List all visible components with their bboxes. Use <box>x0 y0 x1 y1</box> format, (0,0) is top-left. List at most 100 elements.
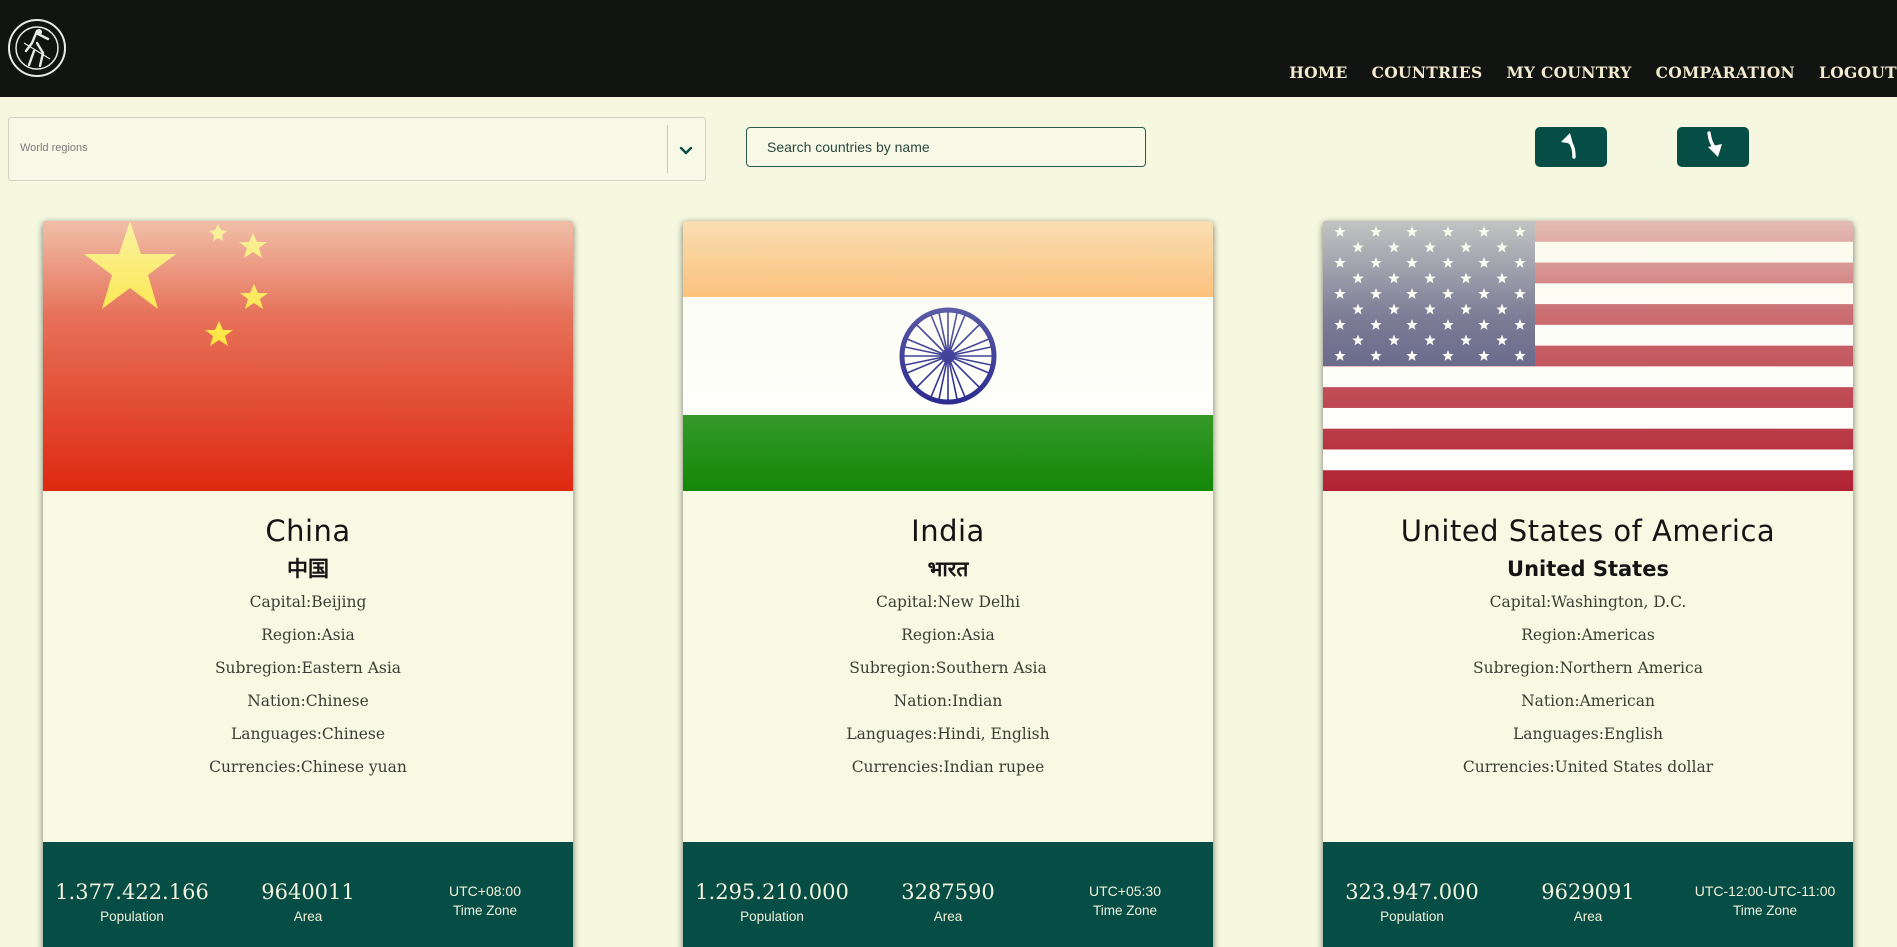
timezone-value: UTC-12:00-UTC-11:00 <box>1694 883 1836 899</box>
population-label: Population <box>100 909 164 924</box>
sort-descending-button[interactable] <box>1677 127 1749 167</box>
currencies-value: United States dollar <box>1554 758 1714 776</box>
card-stats-footer: 323.947.000 Population 9629091 Area UTC-… <box>1323 842 1853 947</box>
region-value: Asia <box>961 626 995 644</box>
region-value: Asia <box>321 626 355 644</box>
card-body: China 中国 Capital:Beijing Region:Asia Sub… <box>43 511 573 784</box>
subregion-row: Subregion:Southern Asia <box>683 652 1213 685</box>
languages-label: Languages: <box>230 725 322 743</box>
subregion-label: Subregion: <box>214 659 302 677</box>
population-label: Population <box>1380 909 1444 924</box>
capital-value: Beijing <box>311 593 367 611</box>
nation-value: American <box>1579 692 1655 710</box>
subregion-row: Subregion:Eastern Asia <box>43 652 573 685</box>
nation-value: Chinese <box>305 692 369 710</box>
flag-fade-overlay <box>43 221 573 491</box>
timezone-value: UTC+05:30 <box>1089 883 1161 899</box>
population-stat: 1.377.422.166 Population <box>47 879 217 924</box>
country-native-name: United States <box>1507 557 1669 581</box>
nav-my-country[interactable]: MY COUNTRY <box>1506 63 1631 82</box>
main-nav: HOME COUNTRIES MY COUNTRY COMPARATION LO… <box>1289 63 1897 82</box>
flag-fade-overlay <box>1323 221 1853 491</box>
capital-row: Capital:Beijing <box>43 586 573 619</box>
capital-row: Capital:Washington, D.C. <box>1323 586 1853 619</box>
area-label: Area <box>293 909 323 924</box>
population-value: 1.377.422.166 <box>55 880 209 904</box>
country-card[interactable]: China 中国 Capital:Beijing Region:Asia Sub… <box>43 221 573 947</box>
timezone-label: Time Zone <box>452 903 518 918</box>
timezone-value: UTC+08:00 <box>449 883 521 899</box>
population-value: 1.295.210.000 <box>695 880 849 904</box>
capital-row: Capital:New Delhi <box>683 586 1213 619</box>
languages-row: Languages:Chinese <box>43 718 573 751</box>
card-stats-footer: 1.295.210.000 Population 3287590 Area UT… <box>683 842 1213 947</box>
country-name: United States of America <box>1400 514 1776 548</box>
currencies-value: Chinese yuan <box>300 758 407 776</box>
country-name: India <box>911 514 985 548</box>
population-stat: 1.295.210.000 Population <box>687 879 857 924</box>
card-body: India भारत Capital:New Delhi Region:Asia… <box>683 511 1213 784</box>
nation-row: Nation:American <box>1323 685 1853 718</box>
timezone-label: Time Zone <box>1732 903 1798 918</box>
search-input[interactable] <box>746 127 1146 167</box>
app-logo-icon[interactable] <box>8 19 66 77</box>
nav-home[interactable]: HOME <box>1289 63 1347 82</box>
nation-row: Nation:Chinese <box>43 685 573 718</box>
region-select-placeholder: World regions <box>20 142 88 154</box>
country-name: China <box>265 514 351 548</box>
nation-label: Nation: <box>247 692 306 710</box>
country-native-name: 中国 <box>287 557 329 581</box>
currencies-row: Currencies:Indian rupee <box>683 751 1213 784</box>
top-navbar: HOME COUNTRIES MY COUNTRY COMPARATION LO… <box>0 0 1897 97</box>
select-divider <box>667 125 668 173</box>
country-card[interactable]: United States of America United States C… <box>1323 221 1853 947</box>
nation-value: Indian <box>952 692 1003 710</box>
subregion-label: Subregion: <box>849 659 936 677</box>
timezone-stat: UTC+08:00 Time Zone <box>400 882 570 918</box>
subregion-value: Northern America <box>1559 659 1703 677</box>
currencies-row: Currencies:Chinese yuan <box>43 751 573 784</box>
flag-fade-overlay <box>683 221 1213 491</box>
flag-image-india <box>683 221 1213 491</box>
languages-value: English <box>1603 725 1663 743</box>
subregion-value: Eastern Asia <box>301 659 402 677</box>
population-label: Population <box>740 909 804 924</box>
area-value: 3287590 <box>901 880 995 904</box>
currencies-label: Currencies: <box>851 758 944 776</box>
currencies-label: Currencies: <box>209 758 301 776</box>
region-select[interactable]: World regions <box>8 117 706 181</box>
area-stat: 3287590 Area <box>863 879 1033 924</box>
chevron-down-icon[interactable] <box>676 140 696 160</box>
region-value: Americas <box>1581 626 1655 644</box>
languages-row: Languages:English <box>1323 718 1853 751</box>
area-value: 9629091 <box>1541 880 1635 904</box>
timezone-stat: UTC-12:00-UTC-11:00 Time Zone <box>1680 882 1850 918</box>
nav-countries[interactable]: COUNTRIES <box>1372 63 1483 82</box>
area-stat: 9629091 Area <box>1503 879 1673 924</box>
nav-logout[interactable]: LOGOUT <box>1819 63 1897 82</box>
capital-value: Washington, D.C. <box>1551 593 1687 611</box>
languages-value: Chinese <box>321 725 386 743</box>
region-label: Region: <box>901 626 962 644</box>
population-stat: 323.947.000 Population <box>1327 879 1497 924</box>
nation-label: Nation: <box>893 692 953 710</box>
arrow-up-icon <box>1557 130 1585 165</box>
flag-image-usa <box>1323 221 1853 491</box>
nav-comparation[interactable]: COMPARATION <box>1656 63 1795 82</box>
sort-ascending-button[interactable] <box>1535 127 1607 167</box>
languages-value: Hindi, English <box>937 725 1050 743</box>
languages-label: Languages: <box>846 725 938 743</box>
currencies-row: Currencies:United States dollar <box>1323 751 1853 784</box>
country-card[interactable]: India भारत Capital:New Delhi Region:Asia… <box>683 221 1213 947</box>
area-label: Area <box>933 909 963 924</box>
region-label: Region: <box>1521 626 1582 644</box>
region-row: Region:Asia <box>683 619 1213 652</box>
capital-label: Capital: <box>249 593 312 611</box>
region-row: Region:Asia <box>43 619 573 652</box>
flag-image-china <box>43 221 573 491</box>
area-stat: 9640011 Area <box>223 879 393 924</box>
nation-row: Nation:Indian <box>683 685 1213 718</box>
currencies-label: Currencies: <box>1462 758 1555 776</box>
capital-value: New Delhi <box>937 593 1021 611</box>
timezone-stat: UTC+05:30 Time Zone <box>1040 882 1210 918</box>
